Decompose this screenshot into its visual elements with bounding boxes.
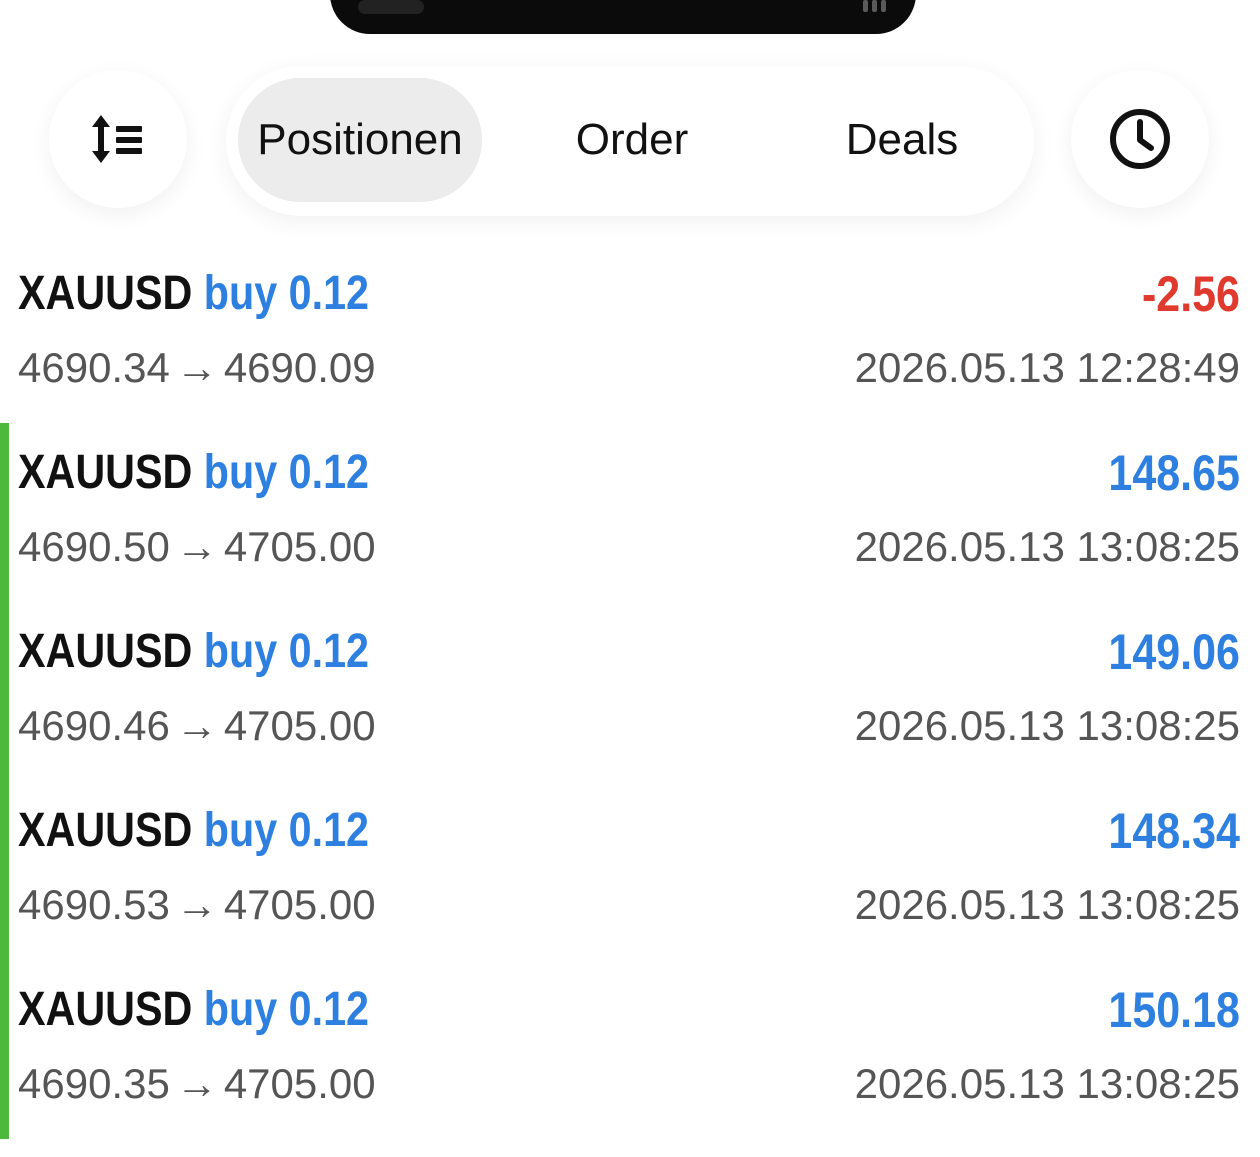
view-segmented-control: Positionen Order Deals: [226, 66, 1034, 216]
arrow-right-icon: →: [175, 702, 218, 749]
price-range: 4690.53 → 4705.00: [18, 877, 376, 933]
position-title: XAUUSD buy 0.12: [18, 797, 369, 865]
history-button[interactable]: [1071, 70, 1209, 208]
open-price: 4690.50: [18, 523, 170, 570]
volume: 0.12: [288, 267, 370, 320]
arrow-right-icon: →: [175, 881, 218, 928]
open-time: 2026.05.13 13:08:25: [854, 702, 1240, 749]
position-row[interactable]: XAUUSD buy 0.12 148.65 4690.50 → 4705.00 2…: [0, 423, 1260, 602]
current-price: 4705.00: [223, 881, 376, 928]
trade-side: buy: [203, 446, 278, 499]
profit-value: 148.34: [1108, 803, 1240, 859]
arrow-right-icon: →: [175, 344, 218, 391]
open-time: 2026.05.13 12:28:49: [854, 344, 1240, 391]
current-price: 4690.09: [223, 344, 376, 391]
tab-order[interactable]: Order: [522, 78, 742, 202]
symbol: XAUUSD: [18, 446, 193, 499]
price-range: 4690.34 → 4690.09: [18, 340, 376, 396]
price-range: 4690.50 → 4705.00: [18, 519, 376, 575]
profit-value: -2.56: [1141, 266, 1240, 322]
open-price: 4690.53: [18, 881, 170, 928]
trade-side: buy: [203, 983, 278, 1036]
profit-value: 148.65: [1108, 445, 1240, 501]
arrow-right-icon: →: [175, 1060, 218, 1107]
open-time: 2026.05.13 13:08:25: [854, 881, 1240, 928]
island-audio-icon: [863, 0, 886, 12]
trade-side: buy: [203, 267, 278, 320]
open-price: 4690.35: [18, 1060, 170, 1107]
position-title: XAUUSD buy 0.12: [18, 618, 369, 686]
island-camera-preview: [358, 0, 424, 14]
trade-side: buy: [203, 804, 278, 857]
symbol: XAUUSD: [18, 804, 193, 857]
open-time: 2026.05.13 13:08:25: [854, 1060, 1240, 1107]
position-title: XAUUSD buy 0.12: [18, 439, 369, 507]
current-price: 4705.00: [223, 1060, 376, 1107]
price-range: 4690.46 → 4705.00: [18, 698, 376, 754]
volume: 0.12: [288, 625, 370, 678]
dynamic-island: [330, 0, 916, 34]
toolbar: Positionen Order Deals: [0, 66, 1260, 216]
volume: 0.12: [288, 983, 370, 1036]
position-row[interactable]: XAUUSD buy 0.12 148.34 4690.53 → 4705.00 2…: [0, 781, 1260, 960]
volume: 0.12: [288, 804, 370, 857]
profit-value: 150.18: [1108, 982, 1240, 1038]
current-price: 4705.00: [223, 702, 376, 749]
profit-value: 149.06: [1108, 624, 1240, 680]
position-row[interactable]: XAUUSD buy 0.12 -2.56 4690.34 → 4690.09 20…: [0, 244, 1260, 423]
position-title: XAUUSD buy 0.12: [18, 260, 369, 328]
symbol: XAUUSD: [18, 267, 193, 320]
position-row[interactable]: XAUUSD buy 0.12 149.06 4690.46 → 4705.00 2…: [0, 602, 1260, 781]
tab-positionen[interactable]: Positionen: [238, 78, 482, 202]
position-title: XAUUSD buy 0.12: [18, 976, 369, 1044]
current-price: 4705.00: [223, 523, 376, 570]
positions-list: XAUUSD buy 0.12 -2.56 4690.34 → 4690.09 20…: [0, 244, 1260, 1139]
position-row[interactable]: XAUUSD buy 0.12 150.18 4690.35 → 4705.00 2…: [0, 960, 1260, 1139]
clock-icon: [1110, 109, 1170, 169]
trade-side: buy: [203, 625, 278, 678]
tab-deals[interactable]: Deals: [792, 78, 1012, 202]
symbol: XAUUSD: [18, 983, 193, 1036]
arrow-right-icon: →: [175, 523, 218, 570]
price-range: 4690.35 → 4705.00: [18, 1056, 376, 1112]
symbol: XAUUSD: [18, 625, 193, 678]
sort-button[interactable]: [49, 70, 187, 208]
sort-list-icon: [92, 115, 142, 163]
volume: 0.12: [288, 446, 370, 499]
open-price: 4690.46: [18, 702, 170, 749]
open-price: 4690.34: [18, 344, 170, 391]
open-time: 2026.05.13 13:08:25: [854, 523, 1240, 570]
